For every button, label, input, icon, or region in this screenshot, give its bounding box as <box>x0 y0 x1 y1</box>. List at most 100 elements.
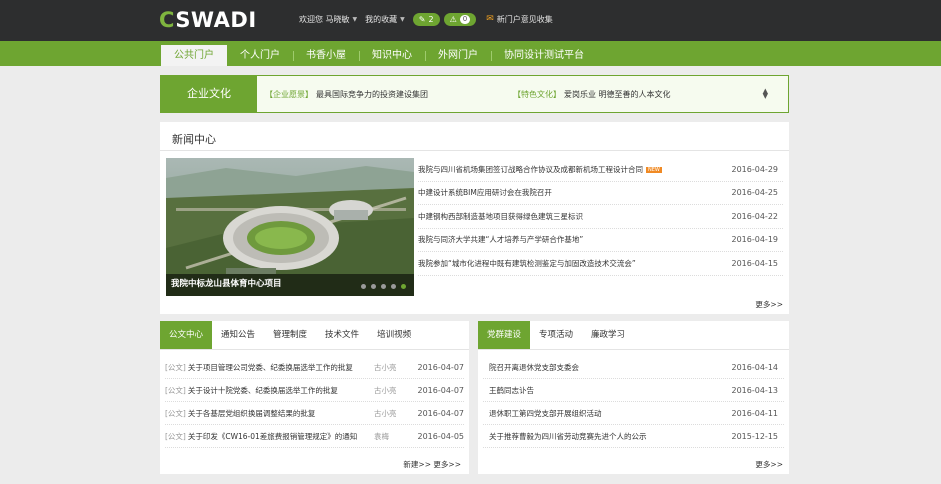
nav-tabs: 公共门户 个人门户 书香小屋 知识中心 外网门户 协同设计测试平台 <box>161 45 597 66</box>
doc-item[interactable]: [公文] 关于各基层党组织换届调整结果的批复 古小亮 2016-04-07 <box>165 402 464 425</box>
tab-official-docs[interactable]: 公文中心 <box>160 321 213 349</box>
favorites-menu[interactable]: 我的收藏 ▼ <box>365 14 405 25</box>
new-badge: NEW <box>646 166 662 173</box>
doc-date: 2016-04-05 <box>417 431 465 441</box>
doc-title[interactable]: 关于印发《CW16-01差旅费报销管理规定》的通知 <box>188 431 374 442</box>
party-item-date: 2016-04-14 <box>731 362 779 372</box>
doc-date: 2016-04-07 <box>417 362 465 372</box>
chevron-down-icon: ▼ <box>400 15 405 23</box>
edit-icon: ✎ <box>418 14 426 24</box>
party-list: 院召开离退休党支部支委会 2016-04-14 王鹤同志讣告 2016-04-13 … <box>483 356 784 448</box>
tab-collab-design-platform[interactable]: 协同设计测试平台 <box>491 45 597 66</box>
news-photo-carousel[interactable]: 我院中标龙山县体育中心项目 <box>166 158 414 296</box>
carousel-dot[interactable] <box>371 284 376 289</box>
news-item-title[interactable]: 我院参加“城市化进程中既有建筑检测鉴定与加固改造技术交流会” <box>418 258 636 269</box>
news-item-title[interactable]: 中建钢构西部制造基地项目获得绿色建筑三星标识 <box>418 211 583 222</box>
party-item[interactable]: 院召开离退休党支部支委会 2016-04-14 <box>483 356 784 379</box>
culture-bar: 企业文化 【企业愿景】 最具国际竞争力的投资建设集团 【特色文化】 爱岗乐业 明德至… <box>160 75 789 113</box>
chevron-down-icon: ▼ <box>352 15 358 23</box>
doc-author: 古小亮 <box>374 362 397 372</box>
user-menu[interactable]: 欢迎您 马晓敏 ▼ <box>299 14 357 25</box>
news-item[interactable]: 我院参加“城市化进程中既有建筑检测鉴定与加固改造技术交流会” 2016-04-15 <box>418 252 783 276</box>
culture-vision: 【企业愿景】 最具国际竞争力的投资建设集团 <box>265 90 428 99</box>
party-item[interactable]: 关于推荐曹毅为四川省劳动竞赛先进个人的公示 2015-12-15 <box>483 425 784 448</box>
tab-book-house[interactable]: 书香小屋 <box>293 45 359 66</box>
tab-party-building[interactable]: 党群建设 <box>478 321 531 349</box>
docs-new-link[interactable]: 新建>> <box>403 459 431 470</box>
news-item[interactable]: 中建设计系统BIM应用研讨会在我院召开 2016-04-25 <box>418 182 783 205</box>
party-panel: 党群建设 专项活动 廉政学习 院召开离退休党支部支委会 2016-04-14 王鹤… <box>478 321 789 474</box>
top-bar: CSWADI 欢迎您 马晓敏 ▼ 我的收藏 ▼ ✎ 2 ⚠ 0 ✉ 新门户意见收集 <box>0 0 941 41</box>
party-more-link[interactable]: 更多>> <box>755 459 783 470</box>
news-item-date: 2016-04-25 <box>731 188 779 198</box>
carousel-dots <box>356 284 406 289</box>
doc-title[interactable]: 关于设计十院党委、纪委换届选举工作的批复 <box>188 385 374 396</box>
news-item[interactable]: 我院与四川省机场集团签订战略合作协议及成都新机场工程设计合同 NEW 2016-04… <box>418 158 783 182</box>
doc-title[interactable]: 关于各基层党组织换届调整结果的批复 <box>188 408 374 419</box>
feedback-icon: ✉ <box>486 14 494 24</box>
news-item-title[interactable]: 中建设计系统BIM应用研讨会在我院召开 <box>418 187 552 198</box>
docs-panel: 公文中心 通知公告 管理制度 技术文件 培训视频 [公文] 关于项目管理公司党委、… <box>160 321 469 474</box>
party-item-date: 2016-04-11 <box>731 408 779 418</box>
warning-icon: ⚠ <box>449 14 457 24</box>
news-more-link[interactable]: 更多>> <box>755 299 783 310</box>
doc-item[interactable]: [公文] 关于设计十院党委、纪委换届选举工作的批复 古小亮 2016-04-07 <box>165 379 464 402</box>
party-item-date: 2015-12-15 <box>731 431 779 441</box>
culture-heading: 企业文化 <box>161 76 257 112</box>
news-item[interactable]: 我院与同济大学共建“人才培养与产学研合作基地” 2016-04-19 <box>418 229 783 252</box>
doc-item[interactable]: [公文] 关于项目管理公司党委、纪委换届选举工作的批复 古小亮 2016-04-07 <box>165 356 464 379</box>
tab-integrity-study[interactable]: 廉政学习 <box>582 321 634 349</box>
party-item-title[interactable]: 王鹤同志讣告 <box>489 385 534 396</box>
favorites-label: 我的收藏 <box>365 14 398 24</box>
party-item[interactable]: 王鹤同志讣告 2016-04-13 <box>483 379 784 402</box>
doc-title[interactable]: 关于项目管理公司党委、纪委换届选举工作的批复 <box>188 362 374 373</box>
carousel-dot[interactable] <box>381 284 386 289</box>
party-item[interactable]: 退休职工第四党支部开展组织活动 2016-04-11 <box>483 402 784 425</box>
doc-date: 2016-04-07 <box>417 408 465 418</box>
doc-date: 2016-04-07 <box>417 385 465 395</box>
scroll-arrows-icon[interactable]: ▲ ▼ <box>763 88 768 100</box>
news-item-date: 2016-04-19 <box>731 235 779 245</box>
feedback-link[interactable]: ✉ 新门户意见收集 <box>486 14 553 25</box>
news-item-date: 2016-04-22 <box>731 211 779 221</box>
warning-badge-button[interactable]: ⚠ 0 <box>443 12 477 26</box>
doc-item[interactable]: [公文] 关于印发《CW16-01差旅费报销管理规定》的通知 袁梅 2016-04-0… <box>165 425 464 448</box>
tab-external-portal[interactable]: 外网门户 <box>425 45 491 66</box>
welcome-text: 欢迎您 马晓敏 <box>299 14 350 24</box>
tab-personal-portal[interactable]: 个人门户 <box>227 45 293 66</box>
tab-regulations[interactable]: 管理制度 <box>264 321 316 349</box>
doc-author: 古小亮 <box>374 408 397 418</box>
feedback-label: 新门户意见收集 <box>496 14 553 24</box>
todo-count: 2 <box>428 14 434 24</box>
news-panel: 新闻中心 我院中标龙山县体育中心项目 我院与四川省机场集团签订战略合作协议及成都… <box>160 122 789 314</box>
doc-author: 袁梅 <box>374 431 389 441</box>
divider <box>160 150 789 151</box>
party-item-title[interactable]: 退休职工第四党支部开展组织活动 <box>489 408 602 419</box>
main-nav: 公共门户 个人门户 书香小屋 知识中心 外网门户 协同设计测试平台 <box>0 41 941 66</box>
party-item-date: 2016-04-13 <box>731 385 779 395</box>
tab-special-activities[interactable]: 专项活动 <box>530 321 582 349</box>
carousel-dot-active[interactable] <box>401 284 406 289</box>
doc-author: 古小亮 <box>374 385 397 395</box>
tab-tech-files[interactable]: 技术文件 <box>316 321 368 349</box>
tab-notices[interactable]: 通知公告 <box>212 321 264 349</box>
news-item-date: 2016-04-15 <box>731 258 779 268</box>
party-item-title[interactable]: 关于推荐曹毅为四川省劳动竞赛先进个人的公示 <box>489 431 647 442</box>
news-item-date: 2016-04-29 <box>731 164 779 174</box>
carousel-dot[interactable] <box>391 284 396 289</box>
docs-more-link[interactable]: 更多>> <box>433 459 461 470</box>
news-item-title[interactable]: 我院与同济大学共建“人才培养与产学研合作基地” <box>418 234 583 245</box>
top-nav: 欢迎您 马晓敏 ▼ 我的收藏 ▼ ✎ 2 ⚠ 0 ✉ 新门户意见收集 <box>299 12 553 26</box>
carousel-dot[interactable] <box>361 284 366 289</box>
logo[interactable]: CSWADI <box>159 8 257 32</box>
party-item-title[interactable]: 院召开离退休党支部支委会 <box>489 362 579 373</box>
tab-public-portal[interactable]: 公共门户 <box>161 45 227 66</box>
todo-badge-button[interactable]: ✎ 2 <box>412 12 440 26</box>
tab-knowledge-center[interactable]: 知识中心 <box>359 45 425 66</box>
news-list: 我院与四川省机场集团签订战略合作协议及成都新机场工程设计合同 NEW 2016-04… <box>418 158 783 276</box>
news-item[interactable]: 中建钢构西部制造基地项目获得绿色建筑三星标识 2016-04-22 <box>418 205 783 229</box>
docs-tabs: 公文中心 通知公告 管理制度 技术文件 培训视频 <box>160 321 469 350</box>
news-item-title[interactable]: 我院与四川省机场集团签订战略合作协议及成都新机场工程设计合同 NEW <box>418 164 662 175</box>
tab-training-videos[interactable]: 培训视频 <box>368 321 420 349</box>
warning-count: 0 <box>459 14 471 24</box>
